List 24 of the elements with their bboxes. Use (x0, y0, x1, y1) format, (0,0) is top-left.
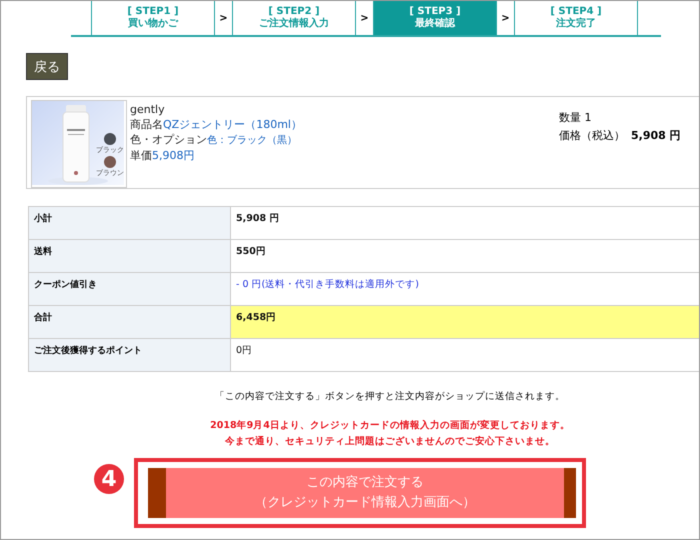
quantity: 数量 1 (559, 111, 592, 124)
unit-price: 5,908円 (152, 149, 194, 162)
warning-text: 今まで通り、セキュリティ上問題はございませんのでご安心下さいませ。 (225, 436, 555, 447)
summary-label: 送料 (29, 240, 231, 272)
option-label: 色・オプション (130, 133, 207, 146)
notice-text: 「この内容で注文する」ボタンを押すと注文内容がショップに送信されます。 (215, 391, 565, 402)
brand-name: gently (130, 103, 165, 116)
summary-label: 合計 (29, 306, 231, 338)
product-name: QZジェントリー（180ml） (163, 118, 302, 131)
unit-price-label: 単価 (130, 149, 152, 162)
option-value: 色：ブラック（黒） (207, 135, 297, 146)
back-button[interactable]: 戻る (26, 53, 68, 80)
summary-value: 6,458円 (231, 306, 699, 338)
warning-text: 2018年9月4日より、クレジットカードの情報入力の画面が変更しております。 (210, 420, 570, 431)
summary-label: クーポン値引き (29, 273, 231, 305)
step-separator: > (359, 12, 370, 26)
step-separator: > (500, 12, 511, 26)
summary-label: ご注文後獲得するポイント (29, 339, 231, 371)
summary-label: 小計 (29, 207, 231, 239)
price-label: 価格（税込） (559, 129, 625, 142)
step-separator: > (218, 12, 229, 26)
product-name-label: 商品名 (130, 118, 163, 131)
step-number-badge: 4 (94, 464, 124, 494)
price: 5,908 円 (631, 129, 681, 142)
